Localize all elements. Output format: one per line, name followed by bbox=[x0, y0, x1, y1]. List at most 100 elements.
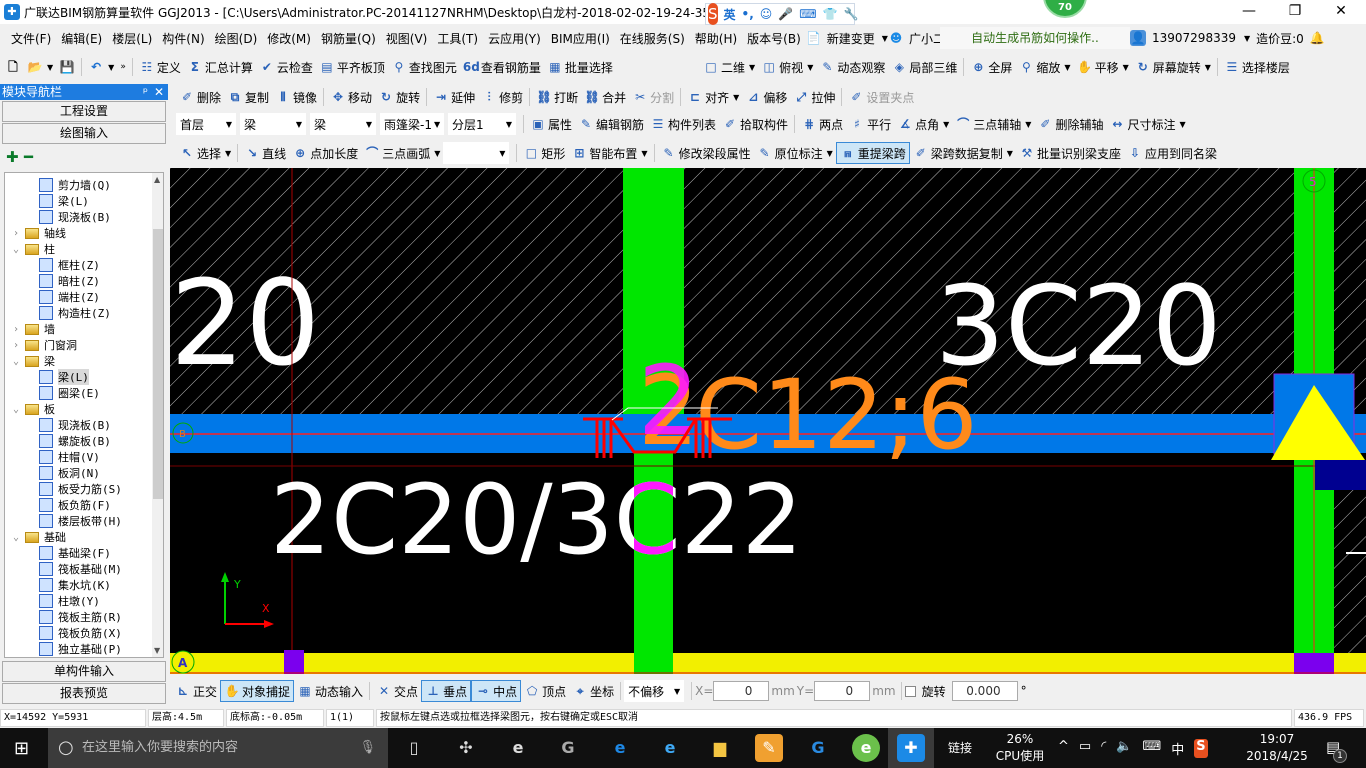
snap-toggle-7[interactable]: ⌖ 坐标 bbox=[569, 680, 617, 702]
toolbar-button-8[interactable]: ✐ 删除辅轴 bbox=[1034, 113, 1106, 135]
menu-item[interactable]: 编辑(E) bbox=[56, 30, 107, 47]
open-file-button[interactable]: 📂 ▼ bbox=[24, 56, 56, 78]
scroll-down-icon[interactable]: ▼ bbox=[154, 646, 160, 655]
arc-mode-select[interactable]: ▾ bbox=[443, 142, 510, 164]
tree-folder[interactable]: › 轴线 bbox=[13, 225, 66, 241]
column-foot-purple[interactable] bbox=[1294, 653, 1334, 674]
toolbar-button-4[interactable]: ⚲ 查找图元 bbox=[388, 56, 460, 78]
tree-item[interactable]: 现浇板(B) bbox=[39, 417, 111, 433]
chevron-down-icon[interactable]: ▼ bbox=[807, 63, 813, 72]
tree-folder[interactable]: ⌄ 基础 bbox=[13, 529, 66, 545]
chevron-down-icon[interactable]: ▼ bbox=[1123, 63, 1129, 72]
chevron-down-icon[interactable]: ▼ bbox=[1025, 120, 1031, 129]
microphone-icon[interactable]: 🎙 bbox=[359, 728, 376, 768]
rebar-label-20[interactable]: 20 bbox=[170, 254, 320, 392]
toolbar-button-6[interactable]: ∡ 点角 ▼ bbox=[894, 113, 952, 135]
menu-item[interactable]: 修改(M) bbox=[262, 30, 316, 47]
toolbar-button-5[interactable]: ⊞ 智能布置 ▼ bbox=[568, 142, 650, 164]
toolbar-button-4[interactable]: □ 矩形 bbox=[520, 142, 568, 164]
tree-item[interactable]: 独立基础(P) bbox=[39, 641, 122, 657]
toolbar-button-7[interactable]: ✎ 原位标注 ▼ bbox=[754, 142, 836, 164]
toolbar-button-8[interactable]: ◫ 俯视 ▼ bbox=[758, 56, 816, 78]
ime-emoji-icon[interactable]: ☺ bbox=[760, 7, 773, 21]
glodon-g-icon[interactable]: G bbox=[804, 734, 832, 762]
toolbar-button-2[interactable]: ✔ 云检查 bbox=[256, 56, 316, 78]
tree-scrollbar[interactable]: ▲ ▼ bbox=[152, 173, 163, 657]
toolbar-button-15[interactable]: ☰ 选择楼层 bbox=[1221, 56, 1293, 78]
toolbar-button-7[interactable]: ⌒ 三点辅轴 ▼ bbox=[952, 113, 1034, 135]
tree-item[interactable]: 筏板负筋(X) bbox=[39, 625, 122, 641]
tree-item[interactable]: 框柱(Z) bbox=[39, 257, 100, 273]
tree-item[interactable]: 柱帽(V) bbox=[39, 449, 100, 465]
app-spiral-icon[interactable]: G bbox=[554, 734, 582, 762]
task-view-icon[interactable]: ▯ bbox=[400, 734, 428, 762]
windows-start-icon[interactable]: ⊞ bbox=[14, 738, 29, 759]
volume-icon[interactable]: 🔈 bbox=[1116, 739, 1132, 758]
tree-folder[interactable]: ⌄ 梁 bbox=[13, 353, 55, 369]
notes-app-icon[interactable]: ✎ bbox=[755, 734, 783, 762]
toolbar-button-9[interactable]: ✎ 动态观察 bbox=[816, 56, 888, 78]
tree-folder[interactable]: › 墙 bbox=[13, 321, 55, 337]
toolbar-button-10[interactable]: ◈ 局部三维 bbox=[888, 56, 960, 78]
menu-item[interactable]: 帮助(H) bbox=[690, 30, 742, 47]
toolbar-button-12[interactable]: ⚲ 缩放 ▼ bbox=[1015, 56, 1073, 78]
input-lang[interactable]: 中 bbox=[1171, 739, 1184, 758]
tree-folder[interactable]: › 门窗洞 bbox=[13, 337, 77, 353]
scroll-thumb[interactable] bbox=[153, 229, 163, 499]
pin-icon[interactable]: ᵖ bbox=[143, 84, 148, 100]
tree-item[interactable]: 筏板基础(M) bbox=[39, 561, 122, 577]
ime-lang[interactable]: 英 bbox=[724, 6, 736, 23]
chevron-down-icon[interactable]: ⌄ bbox=[13, 244, 25, 255]
expand-all-icon[interactable]: ✚ bbox=[6, 148, 19, 166]
nav-drawing-input-button[interactable]: 绘图输入 bbox=[2, 123, 166, 144]
toolbar-button-13[interactable]: ✋ 平移 ▼ bbox=[1074, 56, 1132, 78]
keyboard-icon[interactable]: ⌨ bbox=[1142, 739, 1161, 758]
rotate-input[interactable]: 0.000 bbox=[951, 681, 1018, 701]
new-file-button[interactable]: 🗋 bbox=[2, 56, 24, 78]
help-hint-link[interactable]: 自动生成吊筋如何操作.. bbox=[940, 27, 1130, 49]
menu-item[interactable]: 工具(T) bbox=[432, 30, 483, 47]
menu-item[interactable]: 构件(N) bbox=[157, 30, 209, 47]
toolbar-button-6[interactable]: ✎ 修改梁段属性 bbox=[658, 142, 754, 164]
undo-button[interactable]: ↶ ▼ bbox=[85, 56, 117, 78]
tree-item[interactable]: 端柱(Z) bbox=[39, 289, 100, 305]
toolbar-button-4[interactable]: ⋕ 两点 bbox=[798, 113, 846, 135]
rotate-checkbox[interactable] bbox=[904, 685, 916, 697]
ime-tools-icon[interactable]: 🔧 bbox=[844, 7, 859, 21]
ime-toolbar[interactable]: S 英 •, ☺ 🎤 ⌨ 👕 🔧 bbox=[705, 3, 858, 25]
toolbar-button-9[interactable]: ↔ 尺寸标注 ▼ bbox=[1106, 113, 1188, 135]
maximize-button[interactable]: ❐ bbox=[1272, 0, 1318, 24]
toolbar-button-0[interactable]: ▣ 属性 bbox=[527, 113, 575, 135]
toolbar-button-9[interactable]: ✂ 分割 bbox=[629, 86, 677, 108]
toolbar-button-6[interactable]: ⫶ 修剪 bbox=[478, 86, 526, 108]
tree-item[interactable]: 梁(L) bbox=[39, 369, 89, 385]
snap-toggle-4[interactable]: ⊥ 垂点 bbox=[421, 680, 472, 702]
menu-item[interactable]: 楼层(L) bbox=[107, 30, 157, 47]
edge-icon[interactable]: e bbox=[606, 734, 634, 762]
x-offset-input[interactable]: 0 bbox=[713, 681, 770, 701]
menu-item[interactable]: 绘图(D) bbox=[210, 30, 263, 47]
toolbar-button-9[interactable]: ✐ 梁跨数据复制 ▼ bbox=[910, 142, 1016, 164]
menu-item[interactable]: 文件(F) bbox=[6, 30, 56, 47]
toolbar-button-2[interactable]: ⫴ 镜像 bbox=[272, 86, 320, 108]
chevron-down-icon[interactable]: ▼ bbox=[225, 149, 231, 158]
toolbar-button-5[interactable]: 6d 查看钢筋量 bbox=[460, 56, 544, 78]
chevron-down-icon[interactable]: ⌄ bbox=[13, 532, 25, 543]
tree-item[interactable]: 现浇板(B) bbox=[39, 209, 111, 225]
tree-item[interactable]: 螺旋板(B) bbox=[39, 433, 111, 449]
toolbar-button-2[interactable]: ⊕ 点加长度 bbox=[289, 142, 361, 164]
toolbar-button-5[interactable]: ⇥ 延伸 bbox=[430, 86, 478, 108]
chevron-down-icon[interactable]: ▼ bbox=[1064, 63, 1070, 72]
rebar-label-3c20[interactable]: 3C20 bbox=[935, 262, 1222, 390]
rebar-label-c12-6[interactable]: C12;6 bbox=[695, 359, 978, 471]
toolbar-button-12[interactable]: ⤢ 拉伸 bbox=[790, 86, 838, 108]
account-phone[interactable]: 13907298339 bbox=[1152, 31, 1236, 45]
chevron-down-icon[interactable]: ▼ bbox=[943, 120, 949, 129]
tray-expand-icon[interactable]: ^ bbox=[1058, 739, 1069, 758]
toolbar-button-1[interactable]: Σ 汇总计算 bbox=[184, 56, 256, 78]
toolbar-button-11[interactable]: ⊿ 偏移 bbox=[742, 86, 790, 108]
nav-project-settings-button[interactable]: 工程设置 bbox=[2, 101, 166, 122]
toolbar-button-3[interactable]: ▤ 平齐板顶 bbox=[316, 56, 388, 78]
toolbar-button-0[interactable]: ✐ 删除 bbox=[176, 86, 224, 108]
tree-item[interactable]: 柱墩(Y) bbox=[39, 593, 100, 609]
